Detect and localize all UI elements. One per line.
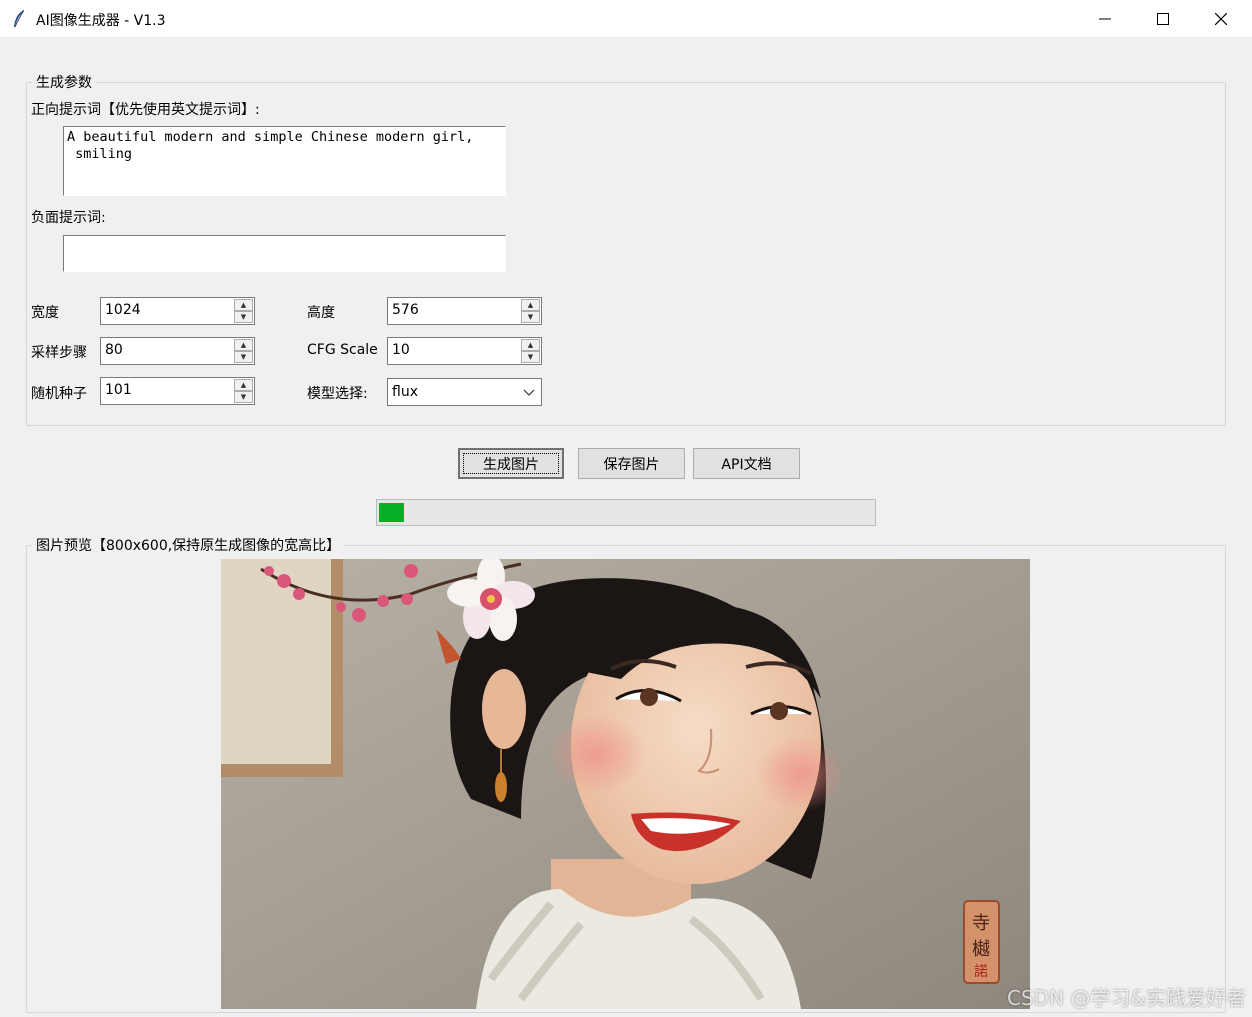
positive-prompt-label: 正向提示词【优先使用英文提示词】: bbox=[31, 102, 260, 118]
steps-label: 采样步骤 bbox=[31, 345, 87, 361]
portrait-image: 寺 樾 諾 bbox=[221, 559, 1030, 1009]
preview-group-label: 图片预览【800x600,保持原生成图像的宽高比】 bbox=[32, 535, 345, 555]
seal-char-1: 寺 bbox=[972, 913, 990, 934]
window-title: AI图像生成器 - V1.3 bbox=[36, 13, 166, 29]
seed-down-arrow-icon[interactable]: ▼ bbox=[234, 391, 253, 403]
model-select[interactable]: flux bbox=[387, 378, 542, 406]
preview-image: 寺 樾 諾 bbox=[221, 559, 1030, 1009]
save-button-label: 保存图片 bbox=[603, 456, 660, 473]
cfg-spinbox[interactable]: 10 ▲ ▼ bbox=[387, 337, 542, 365]
cfg-down-arrow-icon[interactable]: ▼ bbox=[521, 351, 540, 363]
api-docs-button[interactable]: API文档 bbox=[693, 448, 800, 479]
cfg-value: 10 bbox=[392, 342, 410, 358]
seed-spinbox[interactable]: 101 ▲ ▼ bbox=[100, 377, 255, 405]
height-label: 高度 bbox=[307, 305, 335, 321]
width-label: 宽度 bbox=[31, 305, 59, 321]
title-bar: AI图像生成器 - V1.3 bbox=[0, 0, 1252, 38]
api-docs-button-label: API文档 bbox=[721, 456, 772, 473]
steps-down-arrow-icon[interactable]: ▼ bbox=[234, 351, 253, 363]
progress-bar bbox=[376, 499, 876, 526]
model-label: 模型选择: bbox=[307, 386, 368, 402]
seed-label: 随机种子 bbox=[31, 386, 87, 402]
height-spinbox[interactable]: 576 ▲ ▼ bbox=[387, 297, 542, 325]
focus-ring bbox=[463, 453, 559, 474]
generate-button[interactable]: 生成图片 bbox=[458, 448, 564, 479]
steps-spinbox[interactable]: 80 ▲ ▼ bbox=[100, 337, 255, 365]
seed-value: 101 bbox=[105, 382, 132, 398]
save-button[interactable]: 保存图片 bbox=[578, 448, 685, 479]
chevron-down-icon bbox=[523, 389, 535, 396]
minimize-button[interactable] bbox=[1076, 0, 1134, 38]
width-value: 1024 bbox=[105, 302, 141, 318]
steps-up-arrow-icon[interactable]: ▲ bbox=[234, 339, 253, 351]
close-button[interactable] bbox=[1192, 0, 1250, 38]
width-spinbox[interactable]: 1024 ▲ ▼ bbox=[100, 297, 255, 325]
maximize-button[interactable] bbox=[1134, 0, 1192, 38]
close-icon bbox=[1215, 13, 1227, 25]
seal-char-2: 樾 bbox=[972, 939, 990, 960]
height-up-arrow-icon[interactable]: ▲ bbox=[521, 299, 540, 311]
params-group-label: 生成参数 bbox=[32, 72, 96, 92]
negative-prompt-label: 负面提示词: bbox=[31, 210, 106, 226]
minimize-icon bbox=[1099, 18, 1111, 20]
height-down-arrow-icon[interactable]: ▼ bbox=[521, 311, 540, 323]
height-value: 576 bbox=[392, 302, 419, 318]
seal-char-3: 諾 bbox=[974, 964, 988, 980]
positive-prompt-input[interactable]: A beautiful modern and simple Chinese mo… bbox=[63, 126, 506, 196]
negative-prompt-input[interactable] bbox=[63, 235, 506, 272]
seed-up-arrow-icon[interactable]: ▲ bbox=[234, 379, 253, 391]
watermark: CSDN @学习&实践爱好者 bbox=[1007, 986, 1246, 1010]
maximize-icon bbox=[1157, 13, 1169, 25]
width-up-arrow-icon[interactable]: ▲ bbox=[234, 299, 253, 311]
steps-value: 80 bbox=[105, 342, 123, 358]
feather-icon bbox=[14, 9, 25, 28]
width-down-arrow-icon[interactable]: ▼ bbox=[234, 311, 253, 323]
cfg-up-arrow-icon[interactable]: ▲ bbox=[521, 339, 540, 351]
progress-fill bbox=[379, 503, 404, 522]
model-value: flux bbox=[392, 384, 418, 400]
cfg-label: CFG Scale bbox=[307, 342, 378, 358]
